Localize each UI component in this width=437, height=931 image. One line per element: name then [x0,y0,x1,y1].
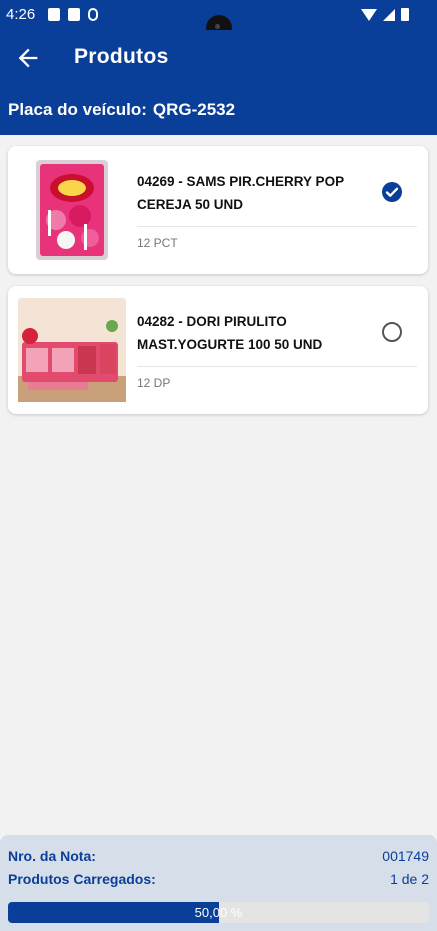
page-title: Produtos [74,45,169,68]
status-bar: 4:26 [0,0,437,41]
invoice-value: 001749 [382,848,429,864]
plate-label: Placa do veículo: [8,100,147,119]
back-arrow-icon[interactable] [14,44,42,72]
sd-card-icon [68,8,80,21]
product-card[interactable]: 04282 - DORI PIRULITO MAST.YOGURTE 100 5… [8,286,428,414]
vehicle-plate: Placa do veículo: QRG-2532 [8,100,235,120]
status-time: 4:26 [6,6,36,23]
product-image [36,160,108,260]
card-divider [137,366,417,367]
loaded-value: 1 de 2 [390,871,429,887]
system-icons [361,8,409,21]
loading-progress-bar: 50,00 % [8,902,429,923]
loaded-label: Produtos Carregados: [8,871,156,887]
checkmark-circle-icon[interactable] [381,181,403,203]
loaded-row: Produtos Carregados: 1 de 2 [8,871,429,887]
invoice-label: Nro. da Nota: [8,848,96,864]
product-unit: 12 PCT [137,236,178,250]
product-image [18,298,126,402]
product-name: 04282 - DORI PIRULITO MAST.YOGURTE 100 5… [137,314,323,352]
notification-a-icon [48,8,60,21]
wifi-icon [361,8,377,21]
product-name: 04269 - SAMS PIR.CHERRY POP CEREJA 50 UN… [137,174,344,212]
battery-icon [401,8,409,21]
notification-icons [48,8,98,21]
signal-icon [383,8,395,21]
invoice-row: Nro. da Nota: 001749 [8,848,429,864]
app-bar: Produtos Placa do veículo: QRG-2532 [0,30,437,135]
summary-footer: Nro. da Nota: 001749 Produtos Carregados… [0,835,437,931]
card-divider [137,226,417,227]
app-s-icon [88,8,98,21]
plate-value: QRG-2532 [152,100,236,119]
radio-empty-icon[interactable] [381,321,403,343]
product-card[interactable]: 04269 - SAMS PIR.CHERRY POP CEREJA 50 UN… [8,146,428,274]
product-unit: 12 DP [137,376,171,390]
progress-text: 50,00 % [194,905,243,920]
